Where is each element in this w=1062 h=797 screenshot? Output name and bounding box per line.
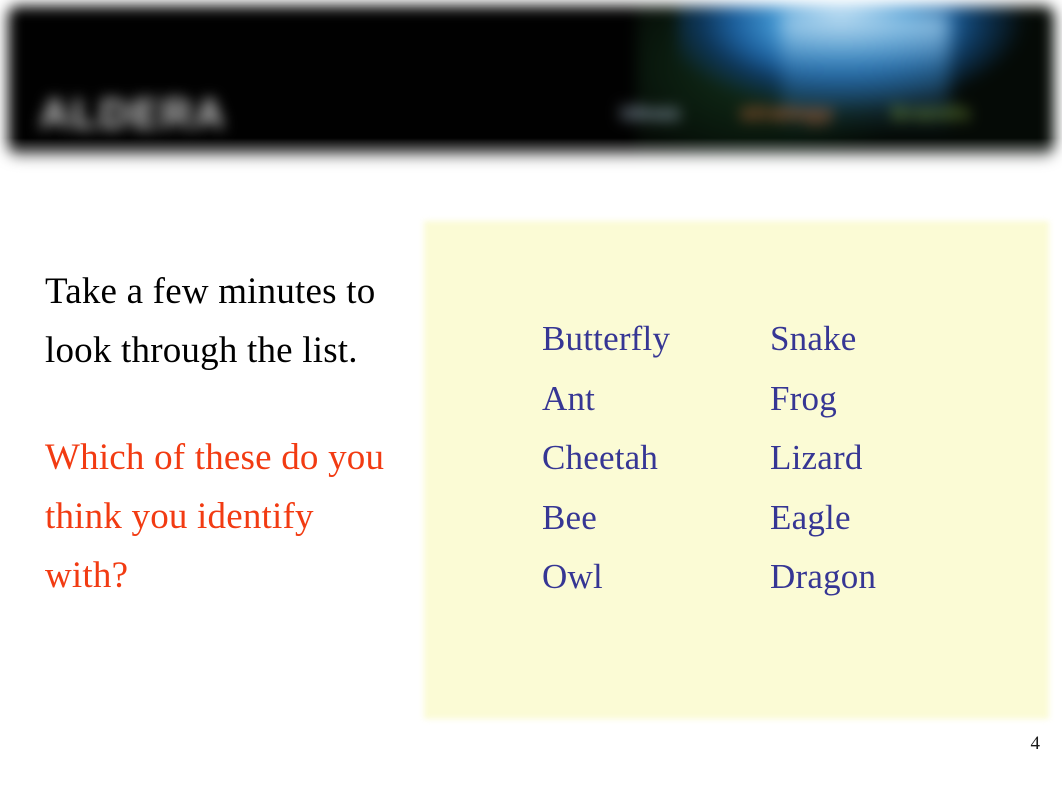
question-paragraph: Which of these do you think you identify…: [45, 437, 385, 596]
list-item: Cheetah: [542, 438, 659, 477]
left-text-column: Take a few minutes to look through the l…: [45, 262, 400, 605]
banner-image: ALDERA ideas strategy brands: [8, 6, 1054, 158]
instruction-paragraph: Take a few minutes to look through the l…: [45, 271, 376, 371]
list-item: Bee: [542, 497, 598, 537]
banner-nav-word-brands: brands: [891, 100, 972, 126]
banner-nav-word-ideas: ideas: [619, 100, 682, 126]
banner-logo-wordmark: ALDERA: [39, 90, 227, 138]
list-item: Lizard: [770, 438, 863, 477]
list-item: Frog: [770, 378, 837, 418]
list-item: Eagle: [770, 497, 851, 537]
animal-list-content: Butterfly Ant Cheetah Bee Owl Snake Frog…: [424, 221, 1049, 719]
page-number: 4: [1030, 733, 1041, 754]
list-item: Snake: [770, 319, 857, 358]
list-item: Butterfly: [542, 319, 671, 358]
list-item: Dragon: [770, 557, 877, 596]
slide-canvas: ALDERA ideas strategy brands Take a few …: [0, 0, 1062, 797]
banner-nav-word-strategy: strategy: [740, 100, 834, 126]
header-banner: ALDERA ideas strategy brands: [0, 0, 1062, 185]
animal-list-column-left: Butterfly Ant Cheetah Bee Owl: [424, 309, 700, 719]
list-item: Ant: [542, 378, 596, 418]
list-item: Owl: [542, 557, 603, 596]
animal-list-column-right: Snake Frog Lizard Eagle Dragon: [700, 309, 1000, 719]
